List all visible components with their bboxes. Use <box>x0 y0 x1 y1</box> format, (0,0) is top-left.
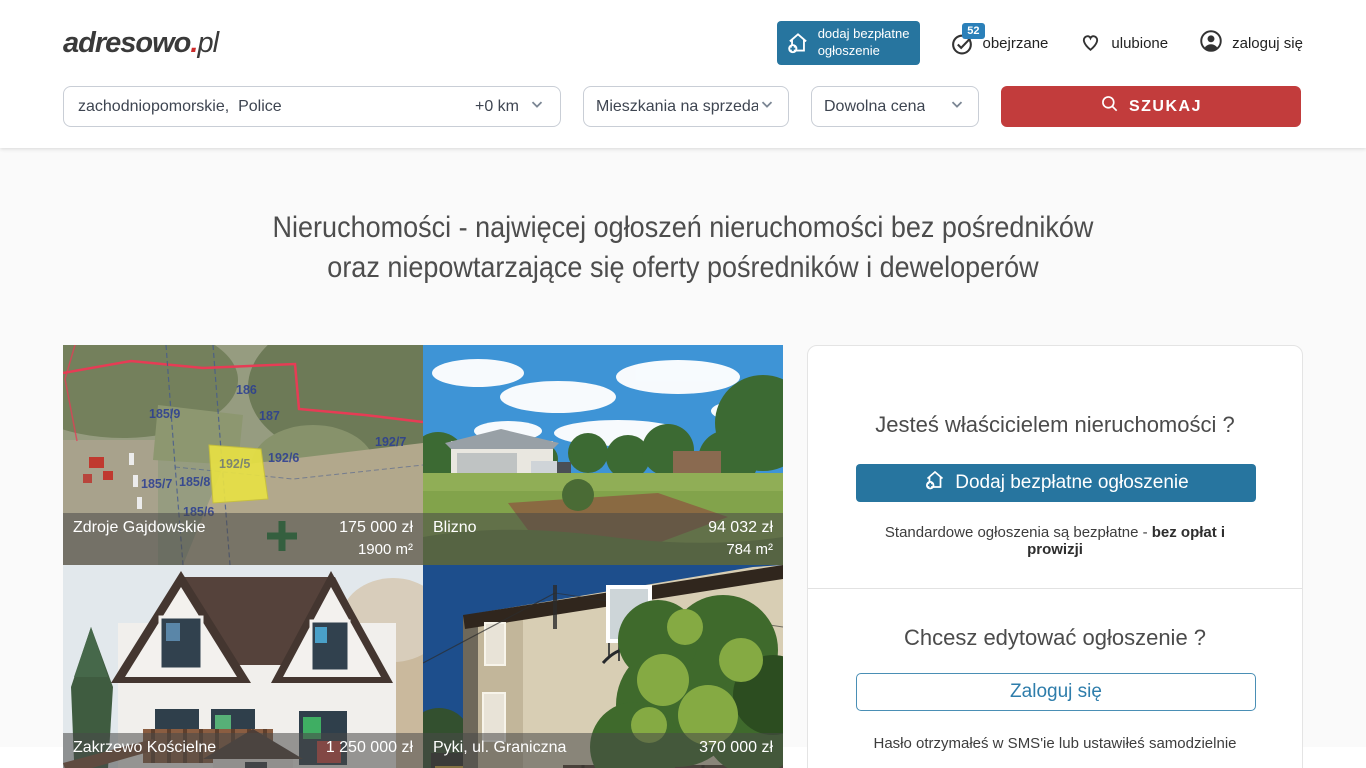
favorites-label: ulubione <box>1111 35 1168 52</box>
house-add-icon <box>923 468 947 498</box>
radius-select[interactable]: +0 km <box>475 95 546 118</box>
login-label: zaloguj się <box>1232 35 1303 52</box>
category-value: Mieszkania na sprzedaż <box>596 98 758 116</box>
heart-icon <box>1078 29 1103 58</box>
page-title: Nieruchomości - najwięcej ogłoszeń nieru… <box>125 208 1241 288</box>
map-plot-label: 192/6 <box>268 451 299 465</box>
viewed-label: obejrzane <box>983 35 1049 52</box>
search-bar: +0 km Mieszkania na sprzedaż Dowolna cen… <box>63 86 1303 148</box>
add-listing-header-button[interactable]: dodaj bezpłatne ogłoszenie <box>777 21 920 65</box>
header: adresowo.pl dodaj bezpłatne ogłosz <box>63 0 1303 86</box>
owner-panel-title: Jesteś właścicielem nieruchomości ? <box>856 412 1254 438</box>
chevron-down-icon <box>948 95 966 118</box>
listing-price: 1 250 000 zł <box>326 736 413 759</box>
map-plot-label: 187 <box>259 409 280 423</box>
login-panel-label: Zaloguj się <box>1010 681 1102 703</box>
listing-price: 94 032 zł <box>708 516 773 539</box>
category-select[interactable]: Mieszkania na sprzedaż <box>583 86 789 127</box>
listing-name: Zakrzewo Kościelne <box>73 736 216 759</box>
user-icon <box>1198 28 1224 58</box>
listing-caption: Zakrzewo Kościelne 1 250 000 zł <box>63 733 423 768</box>
listing-caption: Pyki, ul. Graniczna 370 000 zł <box>423 733 783 768</box>
top-bar: adresowo.pl dodaj bezpłatne ogłosz <box>0 0 1366 148</box>
login-link[interactable]: zaloguj się <box>1198 28 1303 58</box>
viewed-link[interactable]: 52 obejrzane <box>950 31 1049 56</box>
free-listing-note: Standardowe ogłoszenia są bezpłatne - be… <box>856 524 1254 558</box>
logo-text: adresowo <box>63 27 190 59</box>
add-listing-panel-label: Dodaj bezpłatne ogłoszenie <box>955 472 1188 494</box>
check-circle-icon: 52 <box>950 31 975 56</box>
site-logo[interactable]: adresowo.pl <box>63 27 218 60</box>
login-panel-button[interactable]: Zaloguj się <box>856 673 1256 711</box>
listing-name: Pyki, ul. Graniczna <box>433 736 566 759</box>
search-icon <box>1100 94 1120 119</box>
price-value: Dowolna cena <box>824 98 925 116</box>
favorites-link[interactable]: ulubione <box>1078 29 1168 58</box>
map-plot-label: 185/8 <box>179 475 210 489</box>
map-plot-label: 192/7 <box>375 435 406 449</box>
map-plot-label: 192/5 <box>219 457 250 471</box>
listing-area: 784 m² <box>433 539 773 560</box>
listing-caption: Blizno 94 032 zł 784 m² <box>423 513 783 565</box>
price-select[interactable]: Dowolna cena <box>811 86 979 127</box>
search-button-label: SZUKAJ <box>1129 98 1202 116</box>
page-body: Nieruchomości - najwięcej ogłoszeń nieru… <box>0 148 1366 747</box>
search-button[interactable]: SZUKAJ <box>1001 86 1301 127</box>
listing-card[interactable]: 186 187 185/9 192/6 192/5 185/7 185/8 18… <box>63 345 423 565</box>
house-add-icon <box>785 30 811 56</box>
listing-card[interactable]: Blizno 94 032 zł 784 m² <box>423 345 783 565</box>
listing-price: 370 000 zł <box>699 736 773 759</box>
map-plot-label: 186 <box>236 383 257 397</box>
viewed-count-badge: 52 <box>962 23 984 39</box>
listing-name: Zdroje Gajdowskie <box>73 516 206 539</box>
header-actions: dodaj bezpłatne ogłoszenie 52 obejrzane <box>777 21 1303 65</box>
edit-panel-title: Chcesz edytować ogłoszenie ? <box>856 625 1254 651</box>
listing-area: 1900 m² <box>73 539 413 560</box>
chevron-down-icon <box>758 95 776 118</box>
listings-grid: 186 187 185/9 192/6 192/5 185/7 185/8 18… <box>63 345 783 768</box>
listing-caption: Zdroje Gajdowskie 175 000 zł 1900 m² <box>63 513 423 565</box>
hero: Nieruchomości - najwięcej ogłoszeń nieru… <box>63 148 1303 288</box>
add-listing-label: dodaj bezpłatne ogłoszenie <box>818 26 910 60</box>
map-plot-label: 185/7 <box>141 477 172 491</box>
listing-price: 175 000 zł <box>339 516 413 539</box>
add-listing-panel-button[interactable]: Dodaj bezpłatne ogłoszenie <box>856 464 1256 502</box>
map-plot-label: 185/9 <box>149 407 180 421</box>
radius-value: +0 km <box>475 98 519 116</box>
listing-card[interactable]: Pyki, ul. Graniczna 370 000 zł <box>423 565 783 768</box>
password-note: Hasło otrzymałeś w SMS'ie lub ustawiłeś … <box>856 735 1254 752</box>
chevron-down-icon <box>528 95 546 118</box>
listing-card[interactable]: Zakrzewo Kościelne 1 250 000 zł <box>63 565 423 768</box>
owner-panel: Jesteś właścicielem nieruchomości ? Doda… <box>807 345 1303 768</box>
logo-tld: pl <box>197 27 218 59</box>
location-input[interactable] <box>78 98 467 116</box>
location-field: +0 km <box>63 86 561 127</box>
listing-name: Blizno <box>433 516 477 539</box>
